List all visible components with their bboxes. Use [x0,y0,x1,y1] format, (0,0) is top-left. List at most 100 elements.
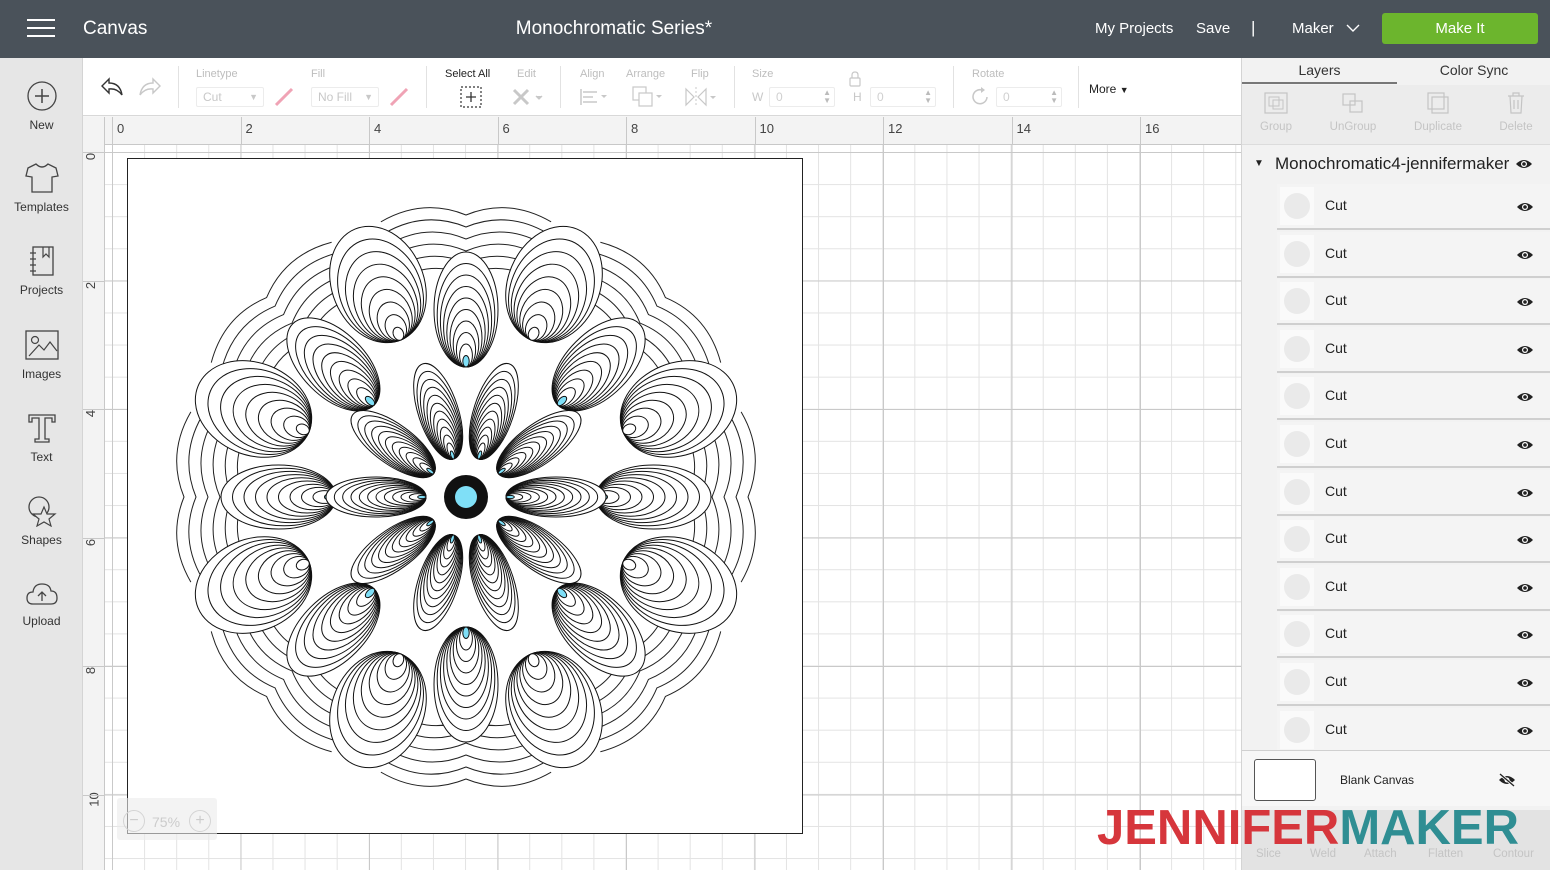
sidebar-item-images[interactable]: Images [0,329,83,381]
layer-actions-bar: Group UnGroup Duplicate Delete [1242,85,1550,145]
rotate-value: 0 [1003,90,1010,104]
fill-color-swatch-icon[interactable] [388,86,410,108]
layer-row[interactable]: Cut [1277,374,1550,421]
tab-color-sync[interactable]: Color Sync [1397,58,1550,84]
layer-row[interactable]: Cut [1277,184,1550,230]
align-label: Align [580,68,605,80]
undo-icon[interactable] [99,76,125,98]
toolbar-divider [1078,66,1079,108]
blank-canvas-row[interactable]: Blank Canvas [1242,750,1550,806]
fan-arc [729,415,744,579]
layer-row[interactable]: Cut [1277,707,1550,754]
caret-down-icon[interactable]: ▼ [1254,158,1264,169]
ruler-tick-label: 6 [502,121,510,136]
fan-arc [387,231,545,246]
layer-thumbnail-shape [1284,383,1310,410]
redo-icon[interactable] [137,76,163,98]
eye-icon[interactable] [1516,249,1534,261]
middle-petal [595,464,712,530]
width-label: W [752,90,764,104]
layer-row[interactable]: Cut [1277,612,1550,659]
header-separator: | [1251,18,1256,37]
machine-select[interactable]: Maker [1292,20,1360,37]
layer-group-row[interactable]: ▼ Monochromatic4-jennifermaker [1242,150,1550,180]
sidebar-item-projects[interactable]: Projects [0,245,83,297]
fan-arc [200,418,215,576]
sidebar-item-new[interactable]: New [0,80,83,132]
eye-icon[interactable] [1515,158,1533,170]
delete-button[interactable]: Delete [1480,91,1550,133]
width-input[interactable]: 0 ▲ ▼ [769,87,835,107]
more-menu-button[interactable]: More ▼ [1089,82,1129,96]
lock-icon[interactable] [848,70,862,88]
fan-arc [717,418,732,576]
ruler-major-tick [83,666,105,667]
eye-icon[interactable] [1516,296,1534,308]
select-all-icon[interactable] [459,85,483,109]
ruler-major-tick [83,794,105,796]
fan-arc [380,771,552,787]
layer-row[interactable]: Cut [1277,564,1550,611]
canvas-artboard[interactable] [127,158,803,834]
my-projects-link[interactable]: My Projects [1095,20,1173,37]
tab-layers[interactable]: Layers [1242,58,1397,84]
save-link[interactable]: Save [1196,20,1230,37]
eye-icon[interactable] [1516,439,1534,451]
zoom-in-button[interactable]: + [189,810,211,832]
layer-row[interactable]: Cut [1277,422,1550,468]
eye-icon[interactable] [1516,582,1534,594]
make-it-button[interactable]: Make It [1382,13,1538,44]
eye-icon[interactable] [1516,725,1534,737]
layer-name: Cut [1325,673,1347,689]
align-icon[interactable] [579,87,611,107]
eye-icon[interactable] [1516,391,1534,403]
layer-name: Cut [1325,197,1347,213]
sidebar-item-templates[interactable]: Templates [0,162,83,214]
layer-thumbnail [1280,520,1314,559]
ungroup-button[interactable]: UnGroup [1317,91,1389,133]
rotate-input[interactable]: 0 ▲ ▼ [996,87,1062,107]
layer-row[interactable]: Cut [1277,517,1550,564]
zoom-out-button[interactable]: − [123,810,145,832]
layer-thumbnail-shape [1284,193,1310,219]
eye-icon[interactable] [1516,201,1534,213]
notebook-icon [29,246,54,276]
flip-icon[interactable] [684,86,718,108]
eye-icon[interactable] [1516,629,1534,641]
eye-icon[interactable] [1516,487,1534,499]
stepper-icon[interactable]: ▲ ▼ [1050,89,1058,105]
mandala-design[interactable] [128,159,804,835]
edit-tools-icon[interactable] [511,86,545,108]
sidebar-item-text[interactable]: Text [0,412,83,464]
fill-select[interactable]: No Fill ▼ [311,87,379,107]
linetype-select[interactable]: Cut ▼ [196,87,264,107]
rotate-icon[interactable] [970,86,992,108]
linetype-color-swatch-icon[interactable] [273,86,295,108]
layer-thumbnail-shape [1284,526,1310,553]
eye-icon[interactable] [1516,677,1534,689]
eye-hidden-icon[interactable] [1498,773,1516,787]
layer-thumbnail-shape [1284,335,1310,362]
petal-ring [462,626,470,639]
layer-row[interactable]: Cut [1277,326,1550,373]
sidebar-item-shapes[interactable]: Shapes [0,495,83,547]
eye-icon[interactable] [1516,534,1534,546]
stepper-icon[interactable]: ▲ ▼ [823,89,831,105]
layer-row[interactable]: Cut [1277,660,1550,706]
duplicate-button[interactable]: Duplicate [1402,91,1474,133]
arrange-icon[interactable] [631,85,665,109]
fan-arc [384,760,548,775]
height-input[interactable]: 0 ▲ ▼ [870,87,936,107]
ruler-vertical: 0 2 4 6 8 10 [83,117,105,870]
eye-icon[interactable] [1516,344,1534,356]
layer-row[interactable]: Cut [1277,469,1550,516]
ruler-tick-label: 0 [83,152,99,161]
ruler-tick-label: 4 [374,121,382,136]
layer-row[interactable]: Cut [1277,231,1550,278]
sidebar-item-upload[interactable]: Upload [0,580,83,628]
group-button[interactable]: Group [1240,91,1312,133]
stepper-icon[interactable]: ▲ ▼ [924,89,932,105]
ruler-tick-label: 6 [83,538,99,546]
layer-row[interactable]: Cut [1277,279,1550,326]
middle-petal [433,626,499,743]
